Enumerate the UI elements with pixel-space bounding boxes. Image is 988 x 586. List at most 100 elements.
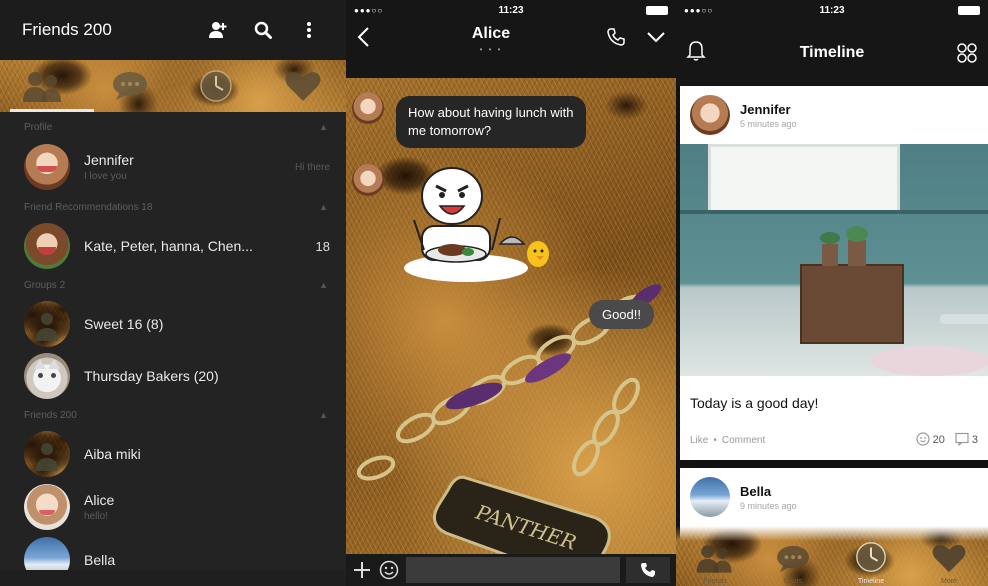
list-item-recommendations[interactable]: Kate, Peter, hanna, Chen... 18 [0,220,346,272]
status-time: 11:23 [498,4,524,16]
group-name: Thursday Bakers (20) [84,368,219,384]
avatar[interactable] [690,95,730,135]
avatar [24,301,70,347]
battery-icon [958,5,980,15]
friend-status: hello! [84,511,108,522]
chat-bubble-icon [777,545,809,573]
chevron-up-icon: ▲ [319,410,328,420]
chat-header: ●●●○○ 11:23 Alice • • • [346,0,676,78]
friend-name: Alice [84,492,115,508]
chat-title: Alice [471,24,511,42]
profile-status: I love you [84,171,127,182]
post-header: Bella 9 minutes ago [680,468,988,526]
outgoing-message: Good!! [588,300,654,329]
post-author[interactable]: Bella [740,484,797,499]
avatar[interactable] [352,92,384,124]
recommendation-names: Kate, Peter, hanna, Chen... [84,238,253,254]
heart-icon [932,544,966,573]
voice-call-button[interactable] [626,557,670,583]
avatar [24,484,70,530]
smiley-icon [916,431,930,449]
search-icon[interactable] [240,21,286,39]
group-name: Sweet 16 (8) [84,316,164,332]
tab-friends[interactable] [0,60,87,112]
message-input-bar [346,554,676,586]
recommendation-count: 18 [315,238,330,254]
phone-icon[interactable] [606,27,626,52]
friends-header: Friends 200 [0,0,346,60]
plus-icon[interactable] [352,561,372,579]
friends-icon [696,545,732,573]
post-photo[interactable] [680,144,988,376]
like-button[interactable]: Like [690,435,708,446]
chevron-up-icon: ▲ [319,280,328,290]
grid-menu-icon[interactable] [938,42,978,64]
comment-icon [955,432,969,449]
chat-area: PANTHER How about having lunch with me t… [346,78,676,578]
emoji-icon[interactable] [378,560,400,580]
list-item-friend[interactable]: Aiba miki [0,428,346,480]
timeline-screen: ●●●○○ 11:23 Timeline Jennifer 5 minutes … [676,0,988,586]
post-time: 5 minutes ago [740,118,797,129]
tab-friends[interactable]: Friends [676,526,754,586]
back-icon[interactable] [356,26,396,53]
signal-strength: ●●●○○ [684,5,714,15]
list-item-profile[interactable]: Jennifer I love you Hi there [0,140,346,194]
chevron-down-icon[interactable] [646,30,666,49]
comment-button[interactable]: Comment [722,435,765,446]
friends-list: Profile ▲ Jennifer I love you Hi there F… [0,112,346,586]
status-bar: ●●●○○ 11:23 [676,0,988,20]
timeline-header: ●●●○○ 11:23 Timeline [676,0,988,86]
avatar [24,223,70,269]
tab-more[interactable]: More [910,526,988,586]
tab-timeline[interactable]: Timeline [832,526,910,586]
section-header-recommendations[interactable]: Friend Recommendations 18 ▲ [0,194,346,220]
chevron-up-icon: ▲ [319,122,328,132]
profile-name: Jennifer [84,152,134,168]
friend-name: Bella [84,552,116,568]
avatar [24,144,70,190]
post-author[interactable]: Jennifer [740,102,797,117]
tab-label: Chats [783,578,803,585]
tab-timeline[interactable] [173,60,260,112]
tab-more[interactable] [260,60,347,112]
bottom-tabbar: Friends Chats Timeline More [676,526,988,586]
profile-right-text: Hi there [294,161,330,173]
status-time: 11:23 [819,4,845,16]
section-header-friends[interactable]: Friends 200 ▲ [0,402,346,428]
more-options-icon[interactable] [286,21,332,39]
list-item-group[interactable]: Thursday Bakers (20) [0,350,346,402]
tab-label: Timeline [857,578,885,585]
chevron-up-icon: ▲ [319,202,328,212]
section-header-profile[interactable]: Profile ▲ [0,114,346,140]
page-indicator: • • • [479,44,503,54]
tab-chats[interactable]: Chats [754,526,832,586]
phone-icon [641,563,655,577]
post-caption: Today is a good day! [690,395,819,411]
chat-screen: ●●●○○ 11:23 Alice • • • PANTHER How abou… [346,0,676,586]
list-item-friend[interactable]: Alice hello! [0,480,346,534]
section-header-groups[interactable]: Groups 2 ▲ [0,272,346,298]
lunch-sticker [404,167,549,282]
heart-icon [285,72,321,101]
avatar[interactable] [690,477,730,517]
timeline-post[interactable]: Jennifer 5 minutes ago Today is a good d… [680,86,988,460]
battery-icon [646,5,668,15]
tab-chats[interactable] [87,60,174,112]
clock-icon [200,70,232,102]
avatar[interactable] [352,164,384,196]
active-tab-indicator [10,109,94,112]
add-friend-icon[interactable] [194,20,240,40]
tab-label: Friends [703,578,727,585]
bell-icon[interactable] [686,40,726,67]
clock-icon [856,542,886,572]
signal-strength: ●●●○○ [354,5,384,15]
friends-screen: Friends 200 Profile ▲ Jennifer I love yo… [0,0,346,586]
list-item-group[interactable]: Sweet 16 (8) [0,298,346,350]
friends-icon [23,72,62,102]
message-input[interactable] [406,557,620,583]
post-actions: Like • Comment 20 3 [680,420,988,460]
chat-bubble-icon [112,72,147,100]
page-title: Timeline [799,44,865,61]
friend-name: Aiba miki [84,446,141,462]
